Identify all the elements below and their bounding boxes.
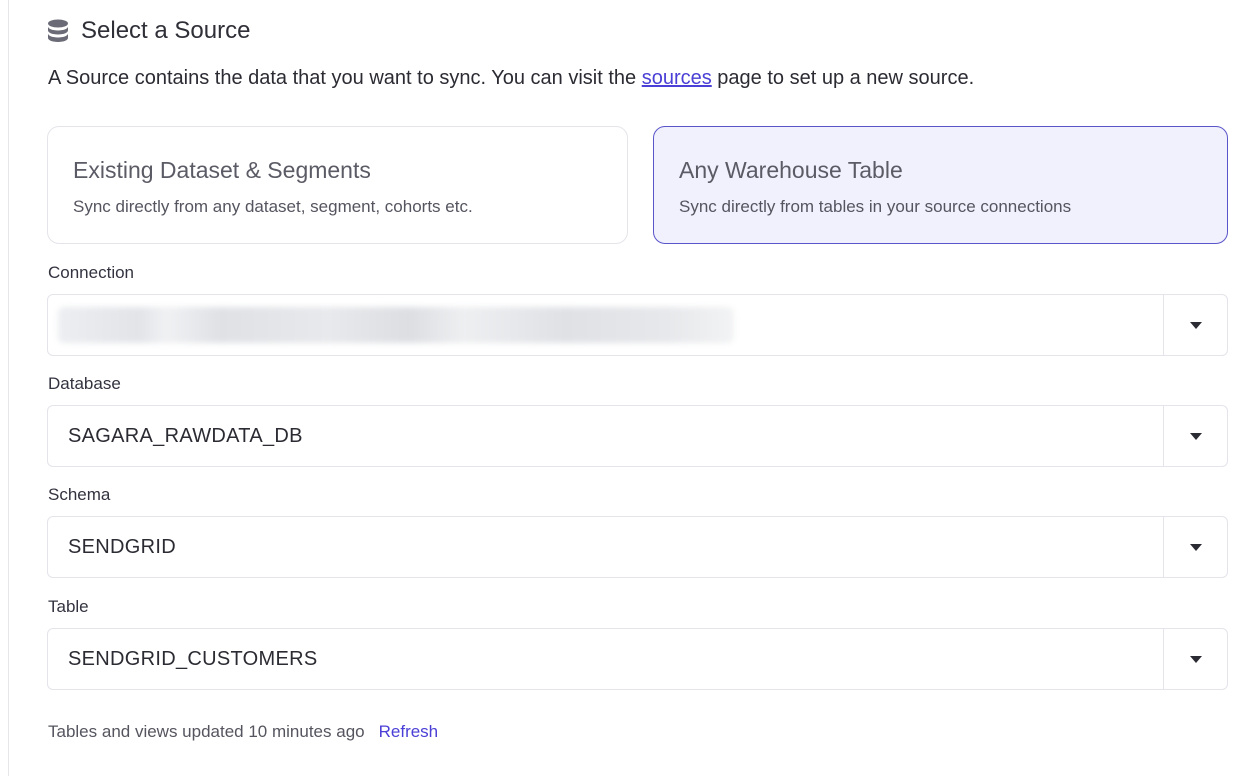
table-dropdown-toggle[interactable] bbox=[1163, 629, 1227, 689]
database-icon bbox=[47, 18, 71, 44]
select-source-panel: Select a Source A Source contains the da… bbox=[8, 0, 1250, 776]
card-title: Existing Dataset & Segments bbox=[73, 157, 371, 183]
warehouse-table-card[interactable]: Any Warehouse Table Sync directly from t… bbox=[653, 126, 1228, 244]
caret-down-icon bbox=[1189, 543, 1202, 551]
description-text-end: page to set up a new source. bbox=[711, 67, 975, 89]
page-title: Select a Source bbox=[81, 17, 251, 44]
tables-status: Tables and views updated 10 minutes ago … bbox=[48, 722, 438, 742]
caret-down-icon bbox=[1189, 432, 1202, 440]
source-description: A Source contains the data that you want… bbox=[48, 67, 974, 90]
database-select[interactable]: SAGARA_RAWDATA_DB bbox=[47, 405, 1228, 467]
schema-value: SENDGRID bbox=[68, 536, 176, 558]
connection-dropdown-toggle[interactable] bbox=[1163, 295, 1227, 355]
refresh-link[interactable]: Refresh bbox=[379, 722, 439, 742]
existing-dataset-card[interactable]: Existing Dataset & Segments Sync directl… bbox=[47, 126, 628, 244]
section-header: Select a Source bbox=[47, 17, 250, 45]
database-dropdown-toggle[interactable] bbox=[1163, 406, 1227, 466]
card-subtitle: Sync directly from tables in your source… bbox=[679, 197, 1072, 216]
caret-down-icon bbox=[1189, 321, 1202, 329]
schema-select[interactable]: SENDGRID bbox=[47, 516, 1228, 578]
connection-label: Connection bbox=[48, 263, 135, 282]
database-label: Database bbox=[48, 374, 121, 393]
sources-link[interactable]: sources bbox=[642, 67, 712, 89]
database-value: SAGARA_RAWDATA_DB bbox=[68, 425, 303, 447]
table-value: SENDGRID_CUSTOMERS bbox=[68, 648, 318, 670]
connection-select[interactable] bbox=[47, 294, 1228, 356]
tables-updated-text: Tables and views updated 10 minutes ago bbox=[48, 722, 365, 741]
table-label: Table bbox=[48, 597, 89, 616]
caret-down-icon bbox=[1189, 655, 1202, 663]
schema-dropdown-toggle[interactable] bbox=[1163, 517, 1227, 577]
card-subtitle: Sync directly from any dataset, segment,… bbox=[73, 197, 473, 216]
source-type-options: Existing Dataset & Segments Sync directl… bbox=[47, 126, 1228, 244]
redacted-connection-value bbox=[58, 307, 734, 343]
description-text: A Source contains the data that you want… bbox=[48, 67, 642, 89]
schema-label: Schema bbox=[48, 485, 111, 504]
card-title: Any Warehouse Table bbox=[679, 157, 903, 183]
table-select[interactable]: SENDGRID_CUSTOMERS bbox=[47, 628, 1228, 690]
